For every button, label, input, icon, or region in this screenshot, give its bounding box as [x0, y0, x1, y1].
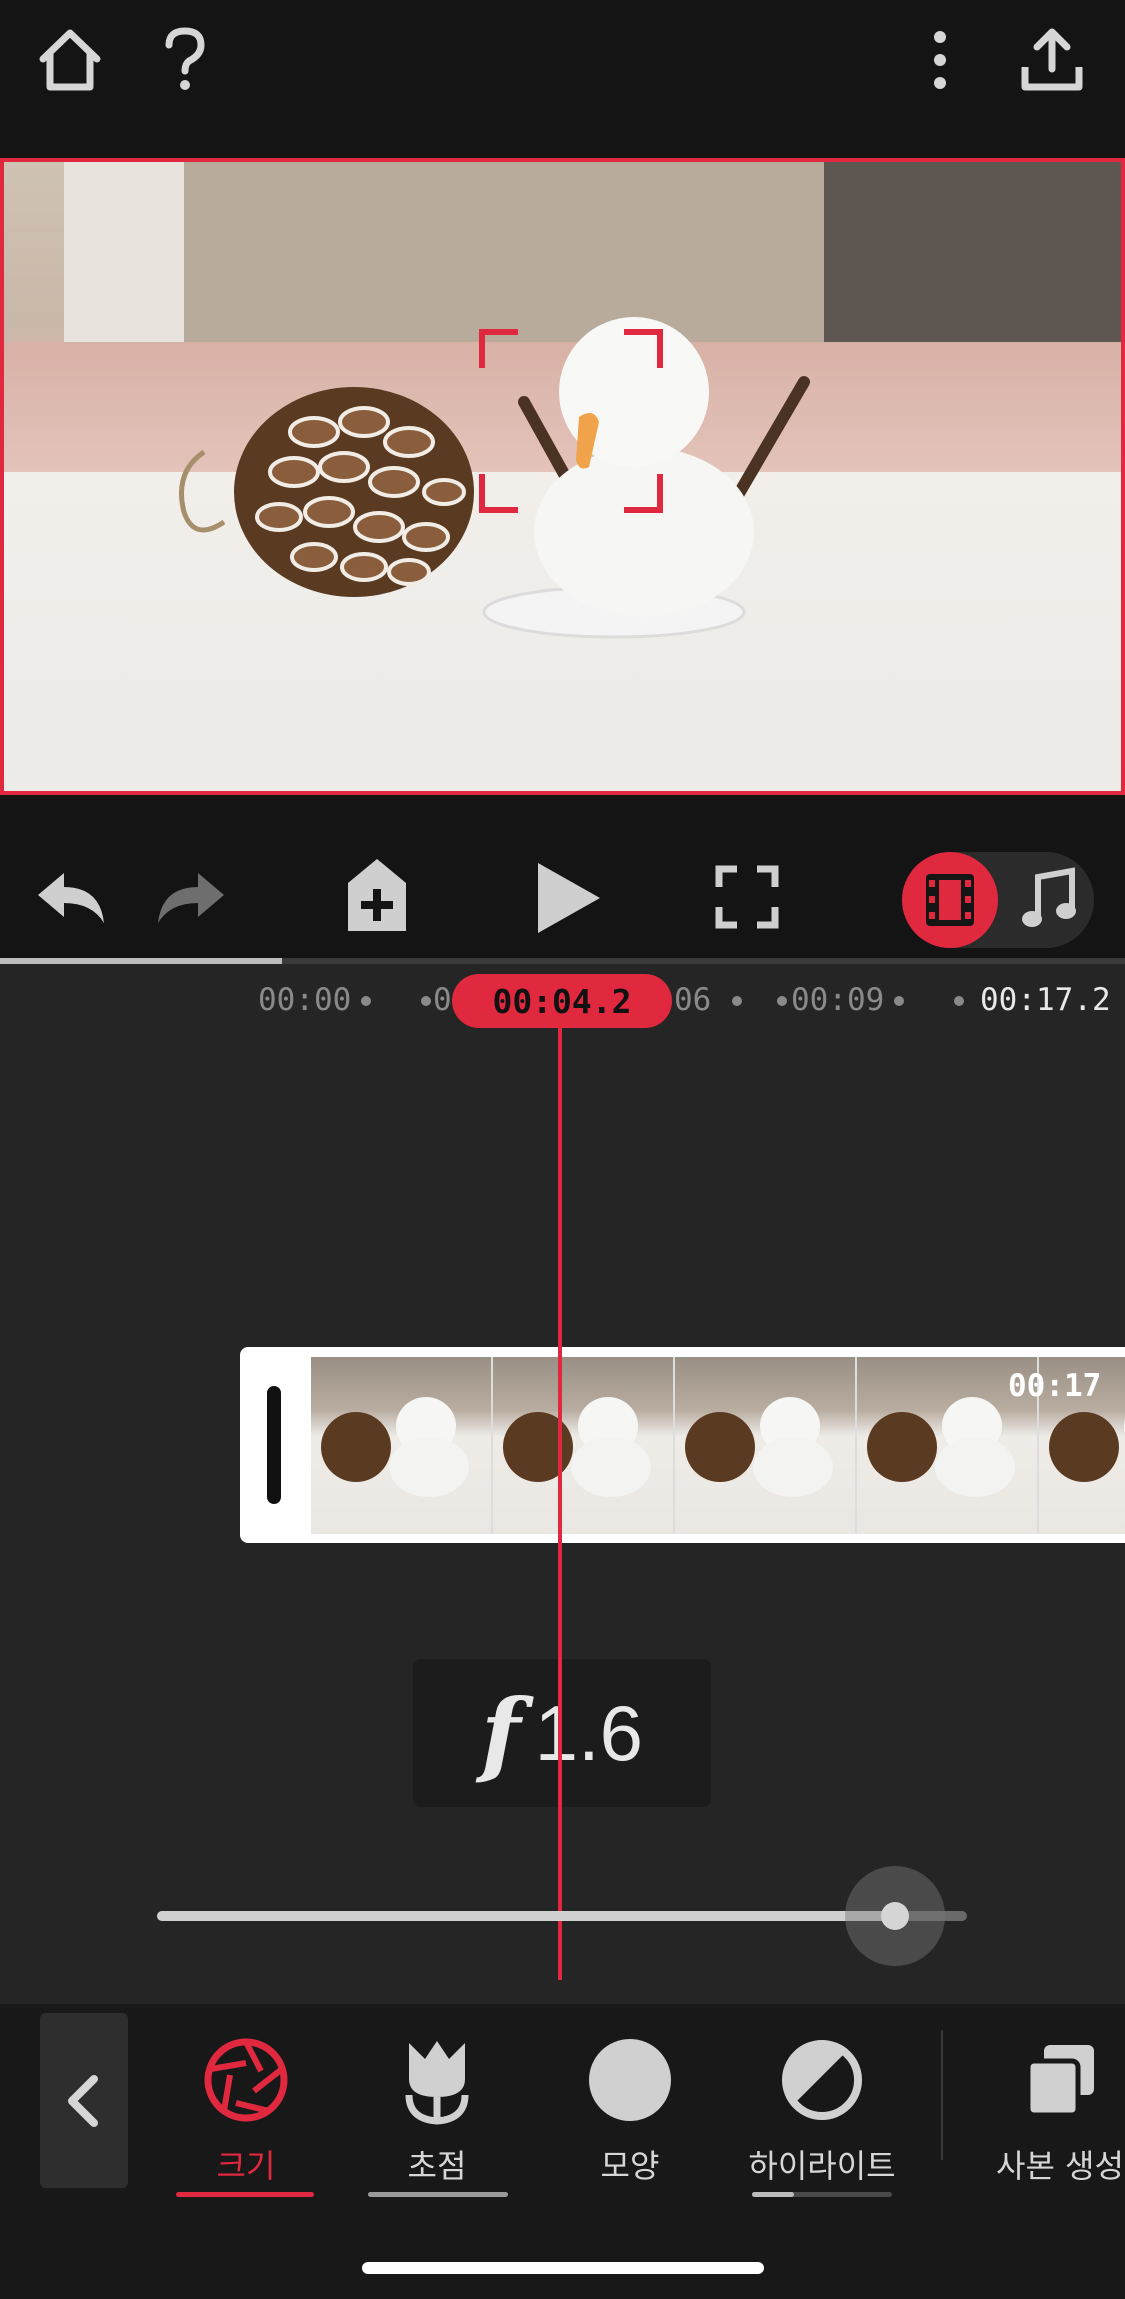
- help-icon[interactable]: [145, 20, 225, 100]
- ruler-dot: [954, 996, 964, 1006]
- tool-label: 모양: [600, 2147, 660, 2185]
- aperture-slider-fill: [157, 1911, 895, 1921]
- playhead-line[interactable]: [558, 1020, 562, 1980]
- ruler-dot: [777, 996, 787, 1006]
- tool-label: 크기: [216, 2147, 276, 2185]
- duplicate-icon: [1025, 2045, 1094, 2118]
- tool-label: 초점: [407, 2147, 467, 2185]
- export-icon[interactable]: [1012, 20, 1092, 100]
- tool-underline: [368, 2192, 508, 2197]
- aperture-symbol: f: [480, 1679, 521, 1787]
- video-preview[interactable]: [0, 158, 1125, 795]
- home-indicator: [362, 2262, 764, 2274]
- focus-bracket[interactable]: [478, 328, 664, 514]
- ruler-label-end: 00:17.2: [980, 982, 1111, 1018]
- tool-focus[interactable]: 초점: [342, 2025, 532, 2187]
- clip-thumbnail: [493, 1357, 675, 1534]
- add-keyframe-icon[interactable]: [346, 857, 408, 933]
- ruler-label: 06: [674, 982, 712, 1018]
- tool-size[interactable]: 크기: [151, 2025, 341, 2187]
- clip-thumbnail: [311, 1357, 493, 1534]
- clip-thumbnails: [311, 1357, 1125, 1534]
- current-time[interactable]: 00:04.2: [452, 974, 672, 1028]
- ruler-dot: [732, 996, 742, 1006]
- top-bar: [0, 0, 1125, 158]
- back-button[interactable]: [40, 2013, 128, 2188]
- redo-icon[interactable]: [152, 867, 228, 927]
- pinecone-image: [179, 387, 474, 597]
- ruler-dot: [894, 996, 904, 1006]
- ruler-dot: [421, 996, 431, 1006]
- preview-scene: [4, 162, 1121, 791]
- play-icon[interactable]: [534, 861, 604, 935]
- tool-duplicate[interactable]: 사본 생성: [968, 2025, 1125, 2187]
- tool-underline-active: [176, 2192, 314, 2197]
- tool-highlight[interactable]: 하이라이트: [727, 2025, 917, 2187]
- tool-label: 사본 생성: [996, 2147, 1124, 2185]
- clip-trim-handle[interactable]: [267, 1386, 281, 1504]
- playback-controls: [0, 795, 1125, 965]
- shape-circle-icon: [589, 2039, 671, 2121]
- ruler-dot: [361, 996, 371, 1006]
- home-icon[interactable]: [30, 20, 110, 100]
- aperture-icon: [204, 2038, 288, 2122]
- fullscreen-icon[interactable]: [715, 865, 779, 929]
- toolbar-divider: [941, 2030, 943, 2160]
- aperture-value: 1.6: [534, 1688, 643, 1777]
- highlight-icon: [782, 2040, 862, 2120]
- aperture-slider-knob[interactable]: [881, 1902, 909, 1930]
- tool-label: 하이라이트: [748, 2147, 896, 2185]
- chevron-left-icon: [68, 2074, 98, 2127]
- music-mode-icon[interactable]: [1020, 867, 1076, 931]
- tool-underline-progress: [752, 2192, 794, 2197]
- tool-shape[interactable]: 모양: [535, 2025, 725, 2187]
- ruler-label: 00:09: [791, 982, 885, 1018]
- more-vert-icon[interactable]: [900, 20, 980, 100]
- clip-thumbnail: [675, 1357, 857, 1534]
- focus-flower-icon: [405, 2041, 469, 2125]
- undo-icon[interactable]: [34, 867, 110, 927]
- film-mode-icon[interactable]: [902, 852, 998, 948]
- clip-duration: 00:17: [1008, 1368, 1102, 1404]
- aperture-readout: f 1.6: [413, 1659, 711, 1807]
- ruler-label: 00:00: [258, 982, 352, 1018]
